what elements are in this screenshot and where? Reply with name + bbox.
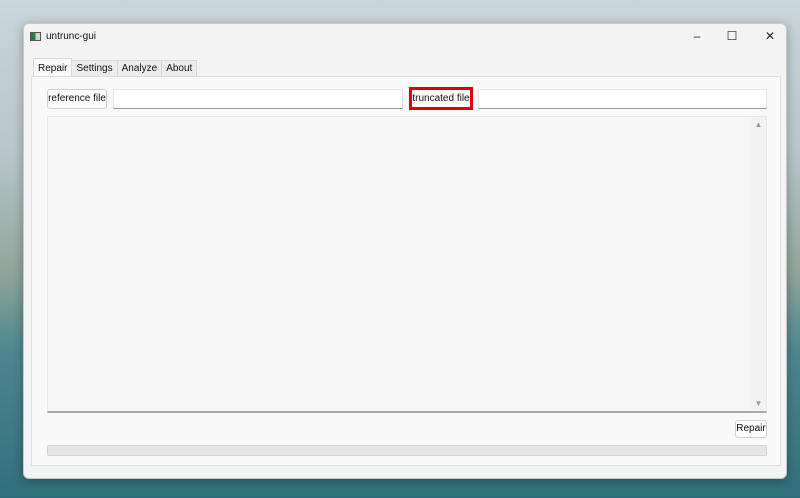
repair-button[interactable]: Repair [735, 420, 767, 438]
scroll-down-icon[interactable]: ▼ [751, 399, 766, 408]
tab-settings[interactable]: Settings [71, 60, 118, 76]
window-title: untrunc-gui [46, 30, 97, 42]
reference-file-button[interactable]: reference file [47, 89, 107, 109]
tab-repair[interactable]: Repair [33, 58, 73, 76]
tab-about[interactable]: About [161, 60, 198, 76]
truncated-file-input[interactable] [478, 89, 767, 109]
title-bar: untrunc-gui [24, 24, 786, 48]
log-output[interactable]: ▲ ▼ [47, 116, 767, 413]
repair-panel: reference file truncated file ▲ ▼ Repair [31, 76, 781, 466]
app-window: untrunc-gui – ☐ ✕ Repair Settings Analyz… [23, 23, 787, 479]
close-button[interactable]: ✕ [757, 28, 783, 44]
reference-file-input[interactable] [113, 89, 403, 109]
scroll-up-icon[interactable]: ▲ [751, 120, 766, 129]
progress-bar [47, 445, 767, 456]
maximize-button[interactable]: ☐ [719, 28, 745, 44]
tab-bar: Repair Settings Analyze About [33, 58, 198, 76]
minimize-button[interactable]: – [684, 28, 710, 44]
truncated-file-button[interactable]: truncated file [409, 87, 473, 110]
scrollbar[interactable]: ▲ ▼ [751, 117, 766, 411]
app-icon [30, 31, 41, 41]
tab-analyze[interactable]: Analyze [116, 60, 163, 76]
